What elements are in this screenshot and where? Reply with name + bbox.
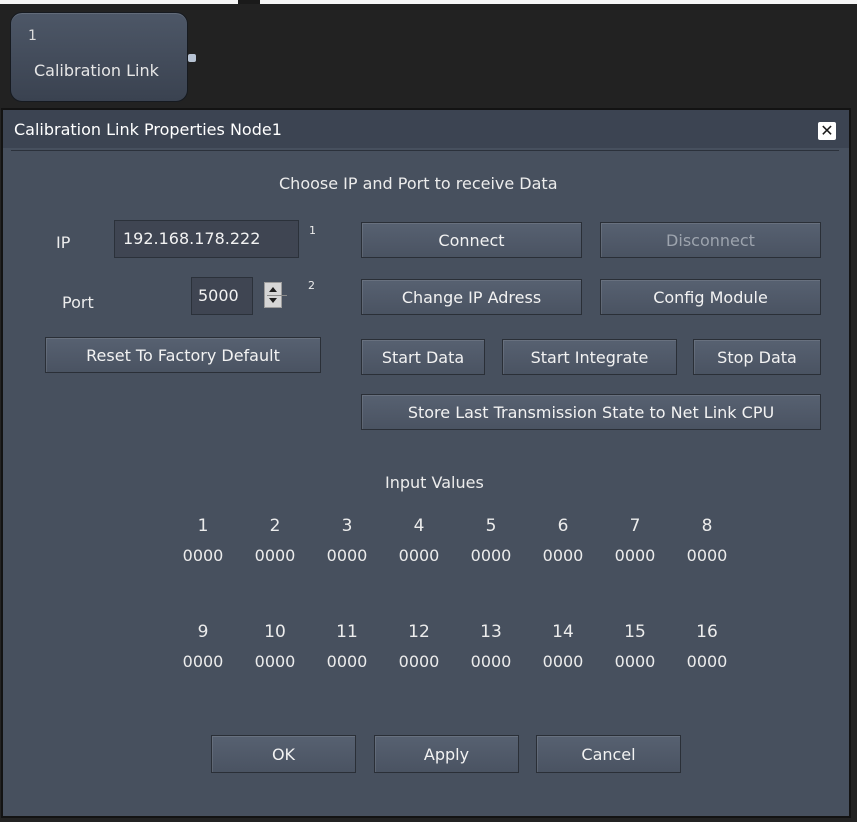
start-integrate-button[interactable]: Start Integrate [502, 339, 677, 375]
input-index: 16 [696, 622, 718, 642]
properties-dialog: Calibration Link Properties Node1 ✕ Choo… [1, 108, 851, 818]
input-index: 12 [408, 622, 430, 642]
connect-button[interactable]: Connect [361, 222, 582, 258]
dialog-titlebar[interactable]: Calibration Link Properties Node1 ✕ [3, 110, 849, 148]
input-index: 9 [197, 622, 209, 642]
dialog-header: Choose IP and Port to receive Data [279, 174, 558, 193]
node-canvas: 1 Calibration Link [0, 0, 857, 110]
input-index: 14 [552, 622, 574, 642]
spin-down-icon[interactable] [269, 298, 277, 303]
input-index: 8 [701, 516, 713, 536]
cancel-button[interactable]: Cancel [536, 735, 681, 773]
input-value-cell: 4 0000 [383, 516, 455, 565]
close-icon[interactable]: ✕ [818, 122, 836, 140]
apply-button[interactable]: Apply [374, 735, 519, 773]
input-value: 0000 [254, 652, 296, 671]
input-value-cell: 15 0000 [599, 622, 671, 671]
spin-up-icon[interactable] [269, 287, 277, 292]
input-value: 0000 [182, 546, 224, 565]
input-value: 0000 [254, 546, 296, 565]
input-value: 0000 [326, 652, 368, 671]
disconnect-button[interactable]: Disconnect [600, 222, 821, 258]
input-value-cell: 5 0000 [455, 516, 527, 565]
input-index: 11 [336, 622, 358, 642]
input-value-cell: 12 0000 [383, 622, 455, 671]
input-value-cell: 14 0000 [527, 622, 599, 671]
dialog-title: Calibration Link Properties Node1 [14, 120, 282, 139]
input-value: 0000 [686, 546, 728, 565]
input-value: 0000 [398, 652, 440, 671]
ip-input[interactable]: 192.168.178.222 [114, 220, 299, 258]
ip-label: IP [56, 233, 71, 252]
top-notch [238, 0, 260, 4]
input-index: 1 [197, 516, 209, 536]
input-value: 0000 [614, 652, 656, 671]
dialog-panel: Choose IP and Port to receive Data IP 19… [11, 150, 839, 795]
port-badge: 2 [308, 279, 315, 292]
ok-button[interactable]: OK [211, 735, 356, 773]
reset-factory-button[interactable]: Reset To Factory Default [45, 337, 321, 373]
input-index: 2 [269, 516, 281, 536]
input-value: 0000 [542, 546, 584, 565]
input-index: 7 [629, 516, 641, 536]
input-value: 0000 [470, 546, 512, 565]
input-index: 15 [624, 622, 646, 642]
change-ip-button[interactable]: Change IP Adress [361, 279, 582, 315]
node-number: 1 [28, 28, 37, 44]
input-index: 10 [264, 622, 286, 642]
config-module-button[interactable]: Config Module [600, 279, 821, 315]
input-value-cell: 2 0000 [239, 516, 311, 565]
input-value: 0000 [542, 652, 584, 671]
spin-divider [267, 295, 287, 296]
input-value-cell: 11 0000 [311, 622, 383, 671]
store-state-button[interactable]: Store Last Transmission State to Net Lin… [361, 394, 821, 430]
ip-badge: 1 [309, 224, 316, 237]
top-edge [0, 0, 857, 4]
input-values-title: Input Values [385, 473, 484, 492]
input-index: 4 [413, 516, 425, 536]
port-spinner[interactable] [264, 282, 287, 308]
input-value: 0000 [326, 546, 368, 565]
input-value-cell: 6 0000 [527, 516, 599, 565]
input-value: 0000 [182, 652, 224, 671]
input-index: 5 [485, 516, 497, 536]
stop-data-button[interactable]: Stop Data [693, 339, 821, 375]
input-value-cell: 7 0000 [599, 516, 671, 565]
input-value-cell: 16 0000 [671, 622, 743, 671]
input-value-cell: 3 0000 [311, 516, 383, 565]
input-value-cell: 13 0000 [455, 622, 527, 671]
input-value: 0000 [686, 652, 728, 671]
input-index: 3 [341, 516, 353, 536]
input-value-cell: 9 0000 [167, 622, 239, 671]
input-value: 0000 [470, 652, 512, 671]
input-index: 6 [557, 516, 569, 536]
port-label: Port [62, 293, 94, 312]
input-index: 13 [480, 622, 502, 642]
input-value-cell: 8 0000 [671, 516, 743, 565]
port-input[interactable]: 5000 [191, 277, 253, 315]
node-label: Calibration Link [34, 61, 159, 80]
input-value: 0000 [398, 546, 440, 565]
calibration-link-node[interactable]: 1 Calibration Link [10, 12, 188, 102]
node-output-port[interactable] [188, 54, 196, 62]
input-value-cell: 1 0000 [167, 516, 239, 565]
input-value: 0000 [614, 546, 656, 565]
start-data-button[interactable]: Start Data [361, 339, 485, 375]
input-value-cell: 10 0000 [239, 622, 311, 671]
